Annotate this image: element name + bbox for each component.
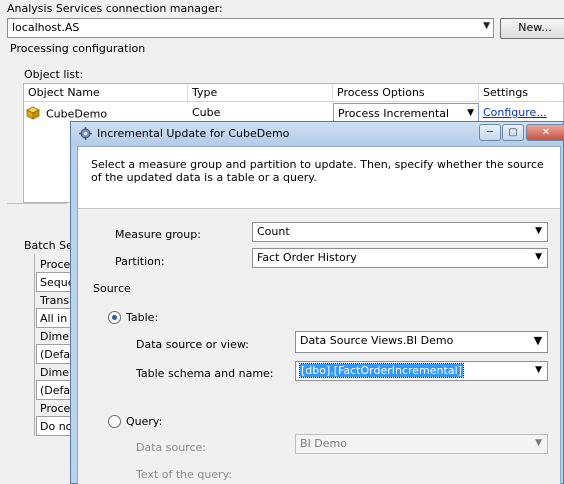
connection-value: localhost.AS bbox=[12, 21, 80, 34]
source-label: Source bbox=[93, 282, 131, 295]
minimize-icon[interactable]: ─ bbox=[479, 124, 501, 141]
description-band: Select a measure group and partition to … bbox=[78, 147, 560, 209]
dialog-title-bar[interactable]: Incremental Update for CubeDemo ─ ▢ ✕ bbox=[71, 122, 564, 146]
data-source-select: BI Demo ▼ bbox=[295, 434, 548, 454]
measure-group-value: Count bbox=[257, 225, 290, 238]
data-source-view-select[interactable]: Data Source Views.BI Demo ▼ bbox=[295, 331, 548, 353]
gear-icon bbox=[79, 127, 92, 140]
object-type-cell: Cube bbox=[192, 106, 221, 119]
column-header-type[interactable]: Type bbox=[188, 84, 333, 102]
chevron-down-icon: ▼ bbox=[467, 108, 474, 118]
partition-value: Fact Order History bbox=[257, 251, 357, 264]
object-name-cell: CubeDemo bbox=[24, 103, 188, 123]
query-radio[interactable] bbox=[108, 415, 121, 428]
data-source-view-value: Data Source Views.BI Demo bbox=[300, 334, 454, 347]
query-radio-label: Query: bbox=[126, 415, 163, 428]
chevron-down-icon: ▼ bbox=[483, 21, 490, 31]
measure-group-label: Measure group: bbox=[115, 228, 201, 241]
process-option-value: Process Incremental bbox=[338, 107, 450, 120]
data-source-value: BI Demo bbox=[300, 437, 347, 450]
chevron-down-icon: ▼ bbox=[529, 332, 547, 350]
table-radio-label: Table: bbox=[126, 311, 159, 324]
object-list-header: Object Name Type Process Options Setting… bbox=[24, 84, 563, 102]
table-row[interactable]: CubeDemo Cube Process Incremental ▼ Conf… bbox=[24, 103, 563, 123]
partition-label: Partition: bbox=[115, 255, 165, 268]
divider bbox=[7, 203, 67, 204]
connection-select[interactable]: localhost.AS ▼ bbox=[7, 18, 494, 38]
column-header-settings[interactable]: Settings bbox=[479, 84, 564, 102]
dialog-title: Incremental Update for CubeDemo bbox=[97, 127, 290, 140]
processing-config-title: Processing configuration bbox=[10, 42, 146, 55]
new-button-label: New... bbox=[518, 21, 552, 34]
configure-link-text: Configure... bbox=[483, 106, 547, 119]
column-header-object-name[interactable]: Object Name bbox=[24, 84, 188, 102]
table-schema-label: Table schema and name: bbox=[136, 367, 274, 380]
chevron-down-icon: ▼ bbox=[535, 252, 542, 262]
chevron-down-icon: ▼ bbox=[535, 365, 542, 375]
dialog-body: Select a measure group and partition to … bbox=[77, 146, 561, 484]
incremental-update-dialog: Incremental Update for CubeDemo ─ ▢ ✕ Se… bbox=[70, 121, 564, 484]
connection-label: Analysis Services connection manager: bbox=[7, 2, 223, 15]
measure-group-select[interactable]: Count ▼ bbox=[252, 222, 548, 242]
object-name: CubeDemo bbox=[46, 107, 108, 121]
query-text-label: Text of the query: bbox=[136, 468, 233, 481]
table-radio[interactable] bbox=[108, 311, 121, 324]
chevron-down-icon: ▼ bbox=[535, 438, 542, 448]
process-options-select[interactable]: Process Incremental ▼ bbox=[333, 103, 479, 123]
partition-select[interactable]: Fact Order History ▼ bbox=[252, 248, 548, 268]
configure-link[interactable]: Configure... bbox=[479, 103, 564, 123]
column-header-process-options[interactable]: Process Options bbox=[333, 84, 479, 102]
cube-icon bbox=[26, 106, 40, 123]
object-list-label: Object list: bbox=[24, 68, 84, 81]
table-schema-value: [dbo].[FactOrderIncremental] bbox=[299, 363, 464, 378]
chevron-down-icon: ▼ bbox=[535, 226, 542, 236]
table-schema-select[interactable]: [dbo].[FactOrderIncremental] ▼ bbox=[295, 361, 548, 381]
maximize-icon[interactable]: ▢ bbox=[502, 124, 524, 141]
data-source-view-label: Data source or view: bbox=[136, 338, 249, 351]
new-connection-button[interactable]: New... bbox=[500, 18, 564, 39]
dialog-description: Select a measure group and partition to … bbox=[91, 158, 544, 184]
close-icon[interactable]: ✕ bbox=[526, 124, 564, 141]
data-source-label: Data source: bbox=[136, 441, 206, 454]
